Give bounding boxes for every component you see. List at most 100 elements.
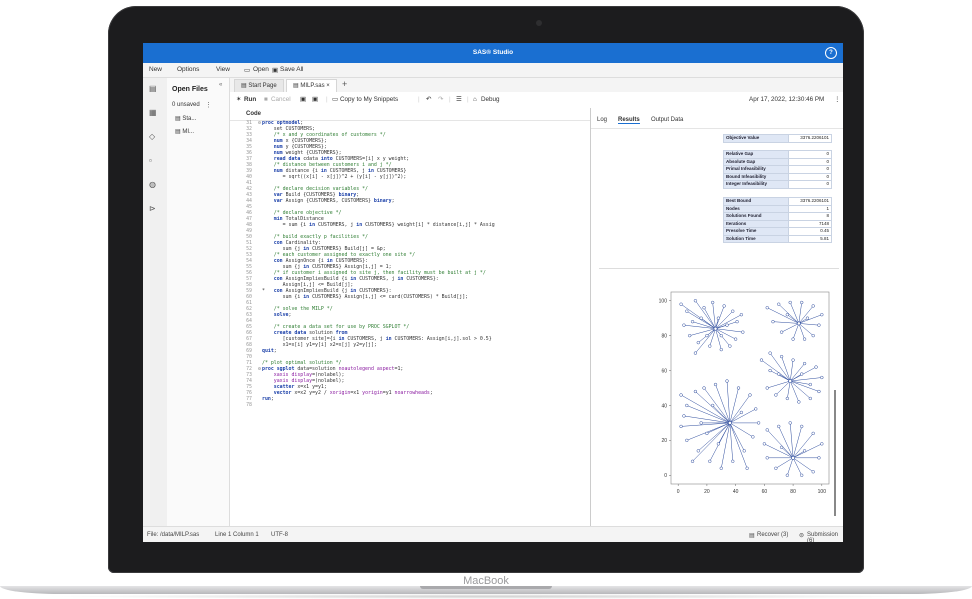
submission-icon[interactable]: ⊜ xyxy=(799,532,804,539)
customer-point xyxy=(802,361,807,366)
customer-point xyxy=(785,313,789,317)
debug-icon[interactable]: ⌂ xyxy=(473,96,477,103)
code-token: ; xyxy=(273,348,277,354)
open-icon[interactable]: ▭ xyxy=(244,66,250,74)
status-position: Line 1 Column 1 xyxy=(215,532,259,538)
tab-results[interactable]: Results xyxy=(618,117,640,124)
file-shortcuts-icon[interactable]: ⊳ xyxy=(149,204,156,213)
stats-row: Nodes 1 xyxy=(723,204,832,213)
more-icon[interactable]: ⋮ xyxy=(205,101,212,109)
save-icon[interactable]: ▣ xyxy=(300,96,306,103)
customer-point xyxy=(802,449,807,453)
server-files-icon[interactable]: ▦ xyxy=(149,108,157,117)
stats-table-gaps: Relative Gap 0 Absolute Gap 0 Primal Infeasi… xyxy=(723,150,832,189)
x-tick-label: 100 xyxy=(818,489,827,495)
recover-button[interactable]: Recover (3) xyxy=(757,532,788,538)
menu-bar: New Options View ▭ Open ▣ Save All xyxy=(143,63,843,78)
run-icon[interactable]: ✶ xyxy=(236,96,241,103)
customer-point xyxy=(733,337,738,341)
facility-point xyxy=(796,321,801,326)
code-token: noautolegend aspect xyxy=(338,366,395,372)
customer-point xyxy=(820,313,824,317)
menu-view[interactable]: View xyxy=(216,66,230,73)
copy-snippets-button[interactable]: Copy to My Snippets xyxy=(340,96,398,103)
redo-icon[interactable]: ↷ xyxy=(438,96,443,103)
cancel-icon: ■ xyxy=(264,96,268,103)
customer-point xyxy=(699,316,703,320)
snippet-icon[interactable]: ▭ xyxy=(332,96,338,103)
customer-point xyxy=(742,449,746,453)
code-token: run xyxy=(262,396,271,402)
save-all-icon[interactable]: ▣ xyxy=(272,66,278,74)
menu-new[interactable]: New xyxy=(149,66,162,73)
customer-point xyxy=(728,344,732,348)
code-token: Assign {CUSTOMERS, CUSTOMERS} xyxy=(282,198,374,204)
customer-point xyxy=(802,337,807,341)
snippets-icon[interactable]: ▫ xyxy=(149,156,152,165)
stat-label: Iterations xyxy=(723,219,789,228)
close-tab-icon[interactable]: × xyxy=(325,83,330,89)
save-as-icon[interactable]: ▣ xyxy=(312,96,318,103)
customer-point xyxy=(751,435,755,439)
customer-point xyxy=(791,358,795,362)
stat-label: Primal Infeasibility xyxy=(723,165,789,174)
recover-icon[interactable]: ▤ xyxy=(749,532,755,539)
customer-point xyxy=(765,428,769,432)
customer-point xyxy=(805,316,810,320)
customer-point xyxy=(705,431,709,436)
line-number: 78 xyxy=(246,402,252,408)
stats-table-run: Best Bound 3376.2206101 Nodes 1 Solutions Fo… xyxy=(723,197,832,243)
customer-point xyxy=(756,421,761,425)
x-tick-label: 80 xyxy=(790,489,796,495)
submission-button[interactable]: Submission (6) xyxy=(807,532,843,542)
customer-point xyxy=(688,333,692,338)
format-code-icon[interactable]: ☰ xyxy=(456,96,462,103)
code-token: ; xyxy=(429,390,433,396)
code-token: var xyxy=(273,198,283,204)
file-item-start-page[interactable]: ▤ Sta... xyxy=(175,115,196,122)
code-token: ; xyxy=(288,312,292,318)
stat-value: 0 xyxy=(788,165,832,174)
code-token: quit xyxy=(262,348,274,354)
tab-log[interactable]: Log xyxy=(597,117,607,123)
code-token: vector xyxy=(273,390,292,396)
stats-row: Relative Gap 0 xyxy=(723,150,832,159)
libraries-icon[interactable]: ◍ xyxy=(149,180,156,189)
x-tick-label: 0 xyxy=(677,489,680,495)
run-button[interactable]: Run xyxy=(244,96,256,103)
tab-start-page[interactable]: ▤ Start Page xyxy=(234,79,284,92)
undo-icon[interactable]: ↶ xyxy=(426,96,431,103)
open-files-icon[interactable]: ▤ xyxy=(149,84,157,93)
help-icon[interactable]: ? xyxy=(825,47,837,59)
menu-options[interactable]: Options xyxy=(177,66,199,73)
tasks-icon[interactable]: ◇ xyxy=(149,132,155,141)
tab-milp[interactable]: ▤ MILP.sas × xyxy=(286,79,337,92)
menu-open[interactable]: Open xyxy=(253,66,269,73)
x-tick-label: 60 xyxy=(762,489,768,495)
code-token: CUSTOMERS: Assign[i,j].sol > 0.5} xyxy=(391,336,492,342)
solution-summary: Objective Value 3376.2206101 xyxy=(723,134,832,143)
stat-label: Best Bound xyxy=(723,197,789,206)
customer-point xyxy=(713,382,718,387)
customer-point xyxy=(719,333,723,338)
unsaved-count: 0 unsaved xyxy=(172,102,200,108)
more-options-icon[interactable]: ⋮ xyxy=(834,96,840,103)
debug-button[interactable]: Debug xyxy=(481,96,500,103)
file-item-milp[interactable]: ▤ MI... xyxy=(175,128,194,135)
stat-value: 1 xyxy=(788,204,832,213)
customer-point xyxy=(797,400,801,404)
new-tab-icon[interactable]: + xyxy=(342,79,347,89)
laptop-shadow xyxy=(40,594,932,599)
x-tick-label: 40 xyxy=(733,489,739,495)
facility-point xyxy=(791,455,795,460)
stats-row: Bound Infeasibility 0 xyxy=(723,172,832,181)
code-tab[interactable]: Code xyxy=(246,111,261,117)
menu-save-all[interactable]: Save All xyxy=(280,66,304,73)
stat-label: Nodes xyxy=(723,204,789,213)
results-scrollbar[interactable] xyxy=(834,390,836,516)
collapse-icon[interactable]: « xyxy=(219,82,222,88)
customer-point xyxy=(679,302,683,306)
code-token: CUSTOMERS} Assign[i,j] <= card(CUSTOMERS… xyxy=(309,294,469,300)
tab-output-data[interactable]: Output Data xyxy=(651,117,683,123)
code-editor[interactable]: Code 31 ⊖proc optmodel; 32 set CUSTOMERS; 3… xyxy=(230,108,591,526)
